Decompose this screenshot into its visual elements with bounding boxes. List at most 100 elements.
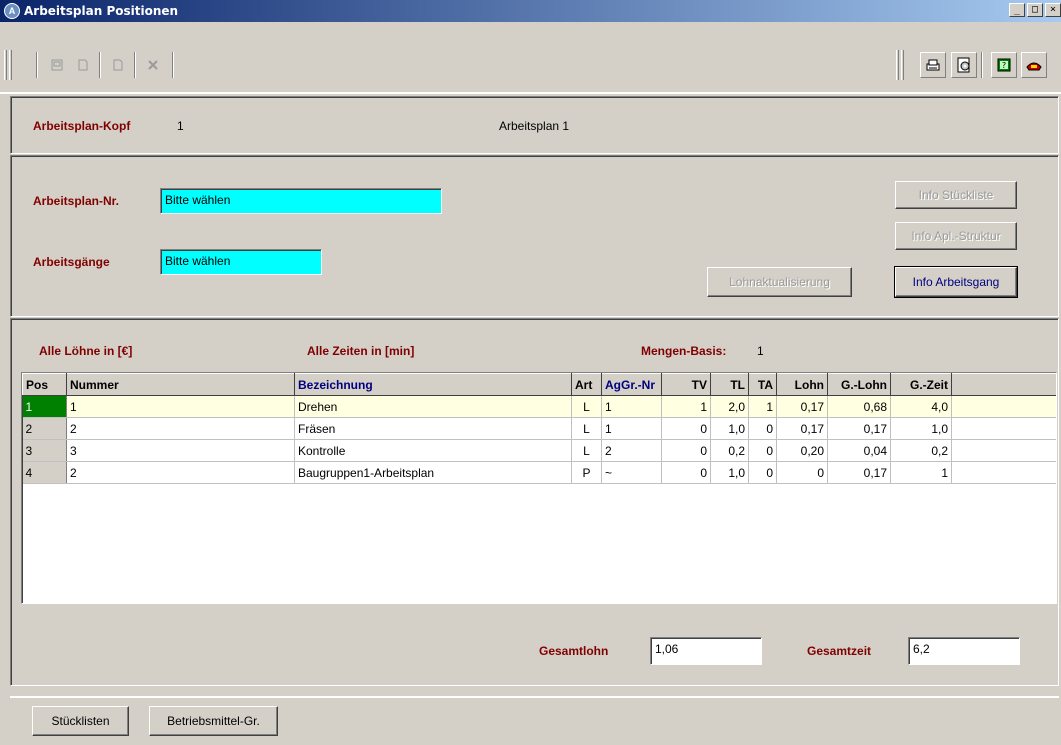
column-header-filler [951, 373, 1056, 396]
column-header-tl[interactable]: TL [710, 373, 749, 396]
cell-bezeichnung[interactable]: Baugruppen1-Arbeitsplan [294, 461, 572, 484]
cell-g-lohn[interactable]: 0,17 [827, 417, 891, 440]
column-header-lohn[interactable]: Lohn [776, 373, 828, 396]
cell-tl[interactable]: 1,0 [710, 417, 749, 440]
minimize-button[interactable]: _ [1009, 3, 1025, 17]
lohnaktualisierung-button[interactable]: Lohnaktualisierung [707, 267, 852, 297]
operations-label: Arbeitsgänge [33, 255, 110, 269]
cell-tv[interactable]: 0 [661, 417, 711, 440]
gesamtlohn-field[interactable]: 1,06 [650, 637, 762, 665]
header-name: Arbeitsplan 1 [499, 119, 570, 133]
info-arbeitsgang-button[interactable]: Info Arbeitsgang [894, 266, 1018, 298]
cell-art[interactable]: P [571, 461, 602, 484]
column-header-ta[interactable]: TA [748, 373, 777, 396]
column-header-nummer[interactable]: Nummer [66, 373, 295, 396]
operations-field[interactable]: Bitte wählen [160, 249, 322, 275]
table-row[interactable]: 4 2 Baugruppen1-Arbeitsplan P ~ 0 1,0 0 … [22, 461, 1056, 484]
toolbar: ? [0, 22, 1061, 94]
toolbar-grip-right [896, 50, 899, 80]
cell-bezeichnung[interactable]: Kontrolle [294, 439, 572, 462]
cell-ta[interactable]: 0 [748, 417, 777, 440]
cell-aggr-nr[interactable]: 2 [601, 439, 662, 462]
cell-filler [951, 417, 1056, 440]
cell-tl[interactable]: 1,0 [710, 461, 749, 484]
cell-pos[interactable]: 2 [22, 417, 67, 440]
exit-icon[interactable] [1021, 52, 1047, 78]
column-header-g-lohn[interactable]: G.-Lohn [827, 373, 891, 396]
toolbar-grip-2 [9, 50, 12, 80]
cell-aggr-nr[interactable]: 1 [601, 395, 662, 418]
cell-pos[interactable]: 4 [22, 461, 67, 484]
cell-art[interactable]: L [571, 395, 602, 418]
zeiten-info: Alle Zeiten in [min] [307, 344, 415, 358]
help-icon[interactable]: ? [991, 52, 1017, 78]
cell-nummer[interactable]: 1 [66, 395, 295, 418]
cell-lohn[interactable]: 0,20 [776, 439, 828, 462]
selection-panel: Arbeitsplan-Nr. Bitte wählen Arbeitsgäng… [10, 155, 1059, 317]
column-header-g-zeit[interactable]: G.-Zeit [890, 373, 952, 396]
cell-lohn[interactable]: 0,17 [776, 395, 828, 418]
info-apl-struktur-button[interactable]: Info Apl.-Struktur [895, 222, 1017, 250]
table-row[interactable]: 2 2 Fräsen L 1 0 1,0 0 0,17 0,17 1,0 [22, 417, 1056, 440]
cell-ta[interactable]: 1 [748, 395, 777, 418]
new-icon[interactable] [70, 52, 96, 78]
toolbar-grip-right-2 [901, 50, 904, 80]
cell-g-zeit[interactable]: 1 [890, 461, 952, 484]
svg-text:?: ? [1002, 61, 1006, 70]
column-header-art[interactable]: Art [571, 373, 602, 396]
column-header-bezeichnung[interactable]: Bezeichnung [294, 373, 572, 396]
stuecklisten-button[interactable]: Stücklisten [32, 706, 129, 736]
copy-icon[interactable] [105, 52, 131, 78]
toolbar-separator [99, 52, 101, 78]
cell-g-lohn[interactable]: 0,68 [827, 395, 891, 418]
cell-tv[interactable]: 0 [661, 439, 711, 462]
cell-tl[interactable]: 0,2 [710, 439, 749, 462]
cell-ta[interactable]: 0 [748, 461, 777, 484]
cell-lohn[interactable]: 0,17 [776, 417, 828, 440]
column-header-pos[interactable]: Pos [22, 373, 67, 396]
cell-g-lohn[interactable]: 0,04 [827, 439, 891, 462]
title-bar: A Arbeitsplan Positionen _ □ × [0, 0, 1061, 22]
cell-g-zeit[interactable]: 0,2 [890, 439, 952, 462]
cell-filler [951, 395, 1056, 418]
toolbar-grip[interactable] [4, 50, 7, 80]
settings-icon[interactable] [951, 52, 977, 78]
info-stueckliste-button[interactable]: Info Stückliste [895, 181, 1017, 209]
cell-g-zeit[interactable]: 1,0 [890, 417, 952, 440]
cell-nummer[interactable]: 3 [66, 439, 295, 462]
app-icon: A [4, 3, 20, 19]
cell-nummer[interactable]: 2 [66, 417, 295, 440]
betriebsmittel-button[interactable]: Betriebsmittel-Gr. [149, 706, 278, 736]
cell-pos[interactable]: 1 [22, 395, 67, 418]
toolbar-separator [172, 52, 174, 78]
delete-icon[interactable] [140, 52, 166, 78]
cell-lohn[interactable]: 0 [776, 461, 828, 484]
cell-art[interactable]: L [571, 439, 602, 462]
column-header-tv[interactable]: TV [661, 373, 711, 396]
cell-aggr-nr[interactable]: ~ [601, 461, 662, 484]
maximize-button[interactable]: □ [1027, 3, 1043, 17]
cell-tv[interactable]: 0 [661, 461, 711, 484]
column-header-aggr-nr[interactable]: AgGr.-Nr [601, 373, 662, 396]
close-button[interactable]: × [1045, 3, 1061, 17]
cell-bezeichnung[interactable]: Fräsen [294, 417, 572, 440]
cell-art[interactable]: L [571, 417, 602, 440]
gesamtzeit-field[interactable]: 6,2 [908, 637, 1020, 665]
table-row[interactable]: 1 1 Drehen L 1 1 2,0 1 0,17 0,68 4,0 [22, 395, 1056, 418]
cell-aggr-nr[interactable]: 1 [601, 417, 662, 440]
cell-g-lohn[interactable]: 0,17 [827, 461, 891, 484]
cell-ta[interactable]: 0 [748, 439, 777, 462]
cell-tv[interactable]: 1 [661, 395, 711, 418]
cell-nummer[interactable]: 2 [66, 461, 295, 484]
cell-g-zeit[interactable]: 4,0 [890, 395, 952, 418]
cell-pos[interactable]: 3 [22, 439, 67, 462]
plan-number-field[interactable]: Bitte wählen [160, 188, 442, 214]
positions-grid[interactable]: Pos Nummer Bezeichnung Art AgGr.-Nr TV T… [21, 372, 1057, 604]
table-row[interactable]: 3 3 Kontrolle L 2 0 0,2 0 0,20 0,04 0,2 [22, 439, 1056, 462]
edit-icon[interactable] [44, 52, 70, 78]
window-controls: _ □ × [1009, 3, 1061, 17]
print-icon[interactable] [920, 52, 946, 78]
cell-tl[interactable]: 2,0 [710, 395, 749, 418]
cell-bezeichnung[interactable]: Drehen [294, 395, 572, 418]
mengen-basis-label: Mengen-Basis: [641, 344, 727, 358]
